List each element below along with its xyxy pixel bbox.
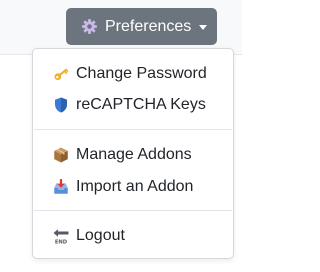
menu-divider bbox=[34, 210, 232, 211]
end-arrow-icon: END bbox=[52, 227, 70, 245]
menu-item-change-password[interactable]: Change Password bbox=[33, 59, 233, 89]
menu-item-label: Change Password bbox=[76, 65, 207, 82]
menu-item-label: Logout bbox=[76, 227, 125, 244]
menu-item-import-addon[interactable]: Import an Addon bbox=[33, 172, 233, 202]
menu-item-label: reCAPTCHA Keys bbox=[76, 96, 206, 113]
preferences-dropdown-menu: Change Password reCAPTCHA Keys Manage Ad… bbox=[32, 48, 234, 259]
menu-item-label: Import an Addon bbox=[76, 178, 194, 195]
menu-divider bbox=[34, 129, 232, 130]
menu-item-label: Manage Addons bbox=[76, 146, 192, 163]
preferences-label: Preferences bbox=[105, 17, 192, 35]
menu-item-manage-addons[interactable]: Manage Addons bbox=[33, 140, 233, 170]
key-icon bbox=[52, 65, 70, 83]
preferences-dropdown-button[interactable]: Preferences bbox=[66, 8, 217, 45]
menu-item-logout[interactable]: END Logout bbox=[33, 221, 233, 251]
gear-icon bbox=[81, 18, 98, 35]
package-icon bbox=[52, 146, 70, 164]
inbox-tray-icon bbox=[52, 178, 70, 196]
svg-text:END: END bbox=[55, 240, 68, 246]
caret-down-icon bbox=[199, 25, 208, 30]
top-bar: Preferences bbox=[0, 0, 242, 55]
shield-icon bbox=[52, 96, 70, 114]
menu-item-recaptcha-keys[interactable]: reCAPTCHA Keys bbox=[33, 90, 233, 120]
